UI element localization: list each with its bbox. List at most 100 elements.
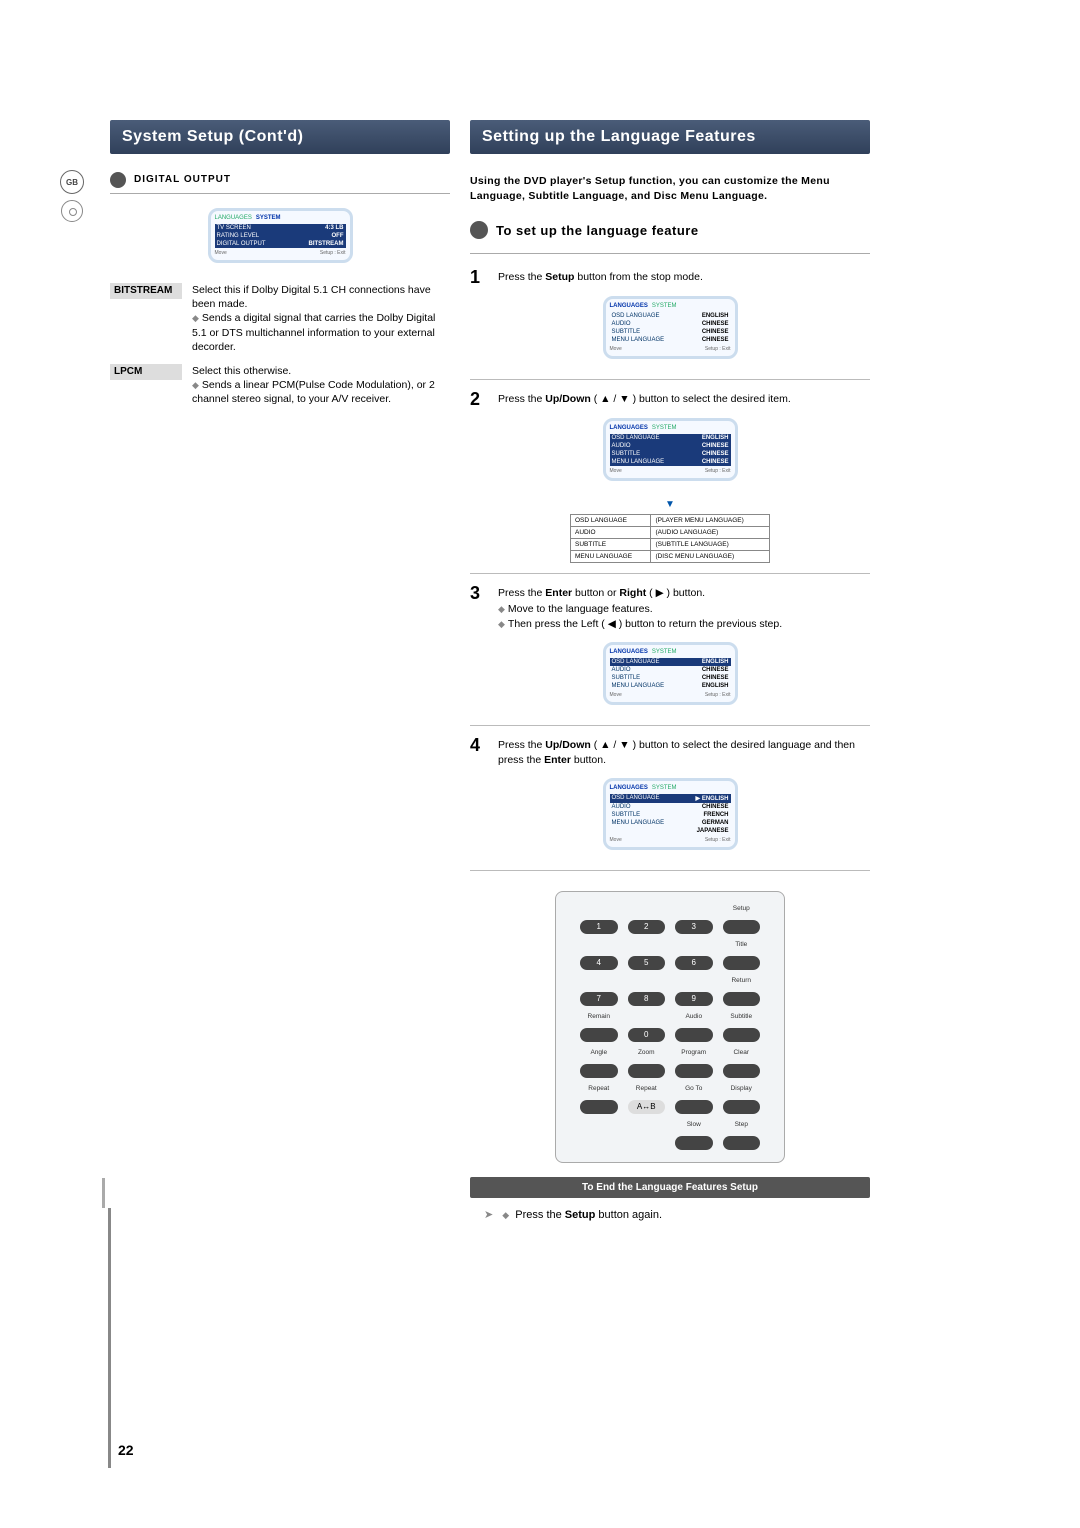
term-body: Select this if Dolby Digital 5.1 CH conn… xyxy=(192,283,450,354)
remote-label-goto: Go To xyxy=(675,1084,713,1094)
remote-btn-angle xyxy=(580,1064,618,1078)
osd-row-value: CHINESE xyxy=(702,451,729,457)
osd-row-label: SUBTITLE xyxy=(612,812,641,818)
remote-btn-2: 2 xyxy=(628,920,666,934)
table-cell: MENU LANGUAGE xyxy=(571,551,651,563)
left-column: System Setup (Cont'd) DIGITAL OUTPUT LAN… xyxy=(110,120,450,1221)
remote-label-repeat: Repeat xyxy=(580,1084,618,1094)
remote-btn-subtitle xyxy=(723,1028,761,1042)
osd-row-value: FRENCH xyxy=(704,812,729,818)
osd-row-label: OSD LANGUAGE xyxy=(612,659,660,665)
osd-row-value: ENGLISH xyxy=(702,659,729,665)
subheading: To set up the language feature xyxy=(470,221,870,239)
remote-label-zoom: Zoom xyxy=(628,1048,666,1058)
osd-row-label: AUDIO xyxy=(612,804,631,810)
remote-btn-title xyxy=(723,956,761,970)
osd-row-value: CHINESE xyxy=(702,443,729,449)
osd-footer-move: Move xyxy=(610,346,622,352)
osd-row-value: CHINESE xyxy=(702,321,729,327)
osd-row-label: TV SCREEN xyxy=(217,225,251,231)
osd-row-value: 4:3 LB xyxy=(325,225,343,231)
osd-footer-exit: Setup : Exit xyxy=(705,837,731,843)
step-number: 4 xyxy=(470,736,488,768)
table-cell: (AUDIO LANGUAGE) xyxy=(651,527,770,539)
osd-footer-move: Move xyxy=(610,692,622,698)
osd-row-label: AUDIO xyxy=(612,321,631,327)
divider xyxy=(110,193,450,194)
table-cell: (SUBTITLE LANGUAGE) xyxy=(651,539,770,551)
digital-output-label: DIGITAL OUTPUT xyxy=(134,174,450,185)
bullet: Sends a linear PCM(Pulse Code Modulation… xyxy=(192,379,435,405)
osd-footer-exit: Setup : Exit xyxy=(320,250,346,256)
remote-label-repeat-ab: Repeat xyxy=(628,1084,666,1094)
remote-btn-repeat xyxy=(580,1100,618,1114)
subhead-text: To set up the language feature xyxy=(496,223,699,238)
osd-row-value: CHINESE xyxy=(702,337,729,343)
osd-row-value: CHINESE xyxy=(702,804,729,810)
osd-tab-languages: LANGUAGES xyxy=(610,303,648,309)
osd-row-label: MENU LANGUAGE xyxy=(612,683,665,689)
osd-row-value: CHINESE xyxy=(702,459,729,465)
remote-label-program: Program xyxy=(675,1048,713,1058)
remote-btn-program xyxy=(675,1064,713,1078)
step-3: 3 Press the Enter button or Right ( ▶ ) … xyxy=(470,584,870,632)
remote-btn-8: 8 xyxy=(628,992,666,1006)
osd-row-label: DIGITAL OUTPUT xyxy=(217,241,266,247)
final-note: Press the Setup button again. xyxy=(484,1208,870,1221)
osd-row-label: OSD LANGUAGE xyxy=(612,435,660,441)
remote-btn-zoom xyxy=(628,1064,666,1078)
osd-row-value: CHINESE xyxy=(702,329,729,335)
osd-row-value: ▶ ENGLISH xyxy=(696,795,729,802)
osd-row-value: ENGLISH xyxy=(702,313,729,319)
osd-row-label: SUBTITLE xyxy=(612,329,641,335)
osd-row-label: OSD LANGUAGE xyxy=(612,795,660,802)
divider xyxy=(470,253,870,254)
table-cell: SUBTITLE xyxy=(571,539,651,551)
disc-icon xyxy=(61,200,83,222)
remote-label-step: Step xyxy=(723,1120,761,1130)
remote-btn-4: 4 xyxy=(580,956,618,970)
step-1: 1 Press the Setup button from the stop m… xyxy=(470,268,870,286)
osd-tab-system: SYSTEM xyxy=(652,785,677,791)
osd-row-label: AUDIO xyxy=(612,443,631,449)
osd-tab-languages: LANGUAGES xyxy=(610,425,648,431)
osd-screenshot-system: LANGUAGES SYSTEM TV SCREEN4:3 LB RATING … xyxy=(208,208,353,263)
language-mapping-table: OSD LANGUAGE(PLAYER MENU LANGUAGE) AUDIO… xyxy=(570,514,770,563)
osd-row-value: ENGLISH xyxy=(702,435,729,441)
remote-btn-5: 5 xyxy=(628,956,666,970)
right-column: Setting up the Language Features Using t… xyxy=(470,120,870,1221)
divider xyxy=(470,725,870,726)
remote-label-clear: Clear xyxy=(723,1048,761,1058)
step-text: Press the Setup button from the stop mod… xyxy=(498,268,703,286)
page-number: 22 xyxy=(118,1442,134,1458)
osd-row-label: SUBTITLE xyxy=(612,675,641,681)
term-label: BITSTREAM xyxy=(110,283,182,299)
remote-btn-step xyxy=(723,1136,761,1150)
term-desc: Select this otherwise. xyxy=(192,365,291,377)
left-header: System Setup (Cont'd) xyxy=(110,120,450,154)
table-cell: OSD LANGUAGE xyxy=(571,515,651,527)
osd-footer-exit: Setup : Exit xyxy=(705,468,731,474)
osd-row-label: OSD LANGUAGE xyxy=(612,313,660,319)
bullet: Move to the language features. xyxy=(498,603,653,615)
remote-btn-3: 3 xyxy=(675,920,713,934)
osd-tab-system: SYSTEM xyxy=(652,425,677,431)
osd-tab-system: SYSTEM xyxy=(652,303,677,309)
osd-screenshot-lang-4: LANGUAGES SYSTEM OSD LANGUAGE ▶ ENGLISH A… xyxy=(603,778,738,850)
osd-row-value: JAPANESE xyxy=(697,828,729,834)
step-text: Press the Enter button or Right ( ▶ ) bu… xyxy=(498,584,782,632)
remote-btn-1: 1 xyxy=(580,920,618,934)
osd-footer-move: Move xyxy=(610,468,622,474)
page-edge-decoration xyxy=(108,1208,111,1468)
osd-tab-languages: LANGUAGES xyxy=(215,215,252,221)
remote-label-remain: Remain xyxy=(580,1012,618,1022)
osd-tab-languages: LANGUAGES xyxy=(610,785,648,791)
remote-btn-slow xyxy=(675,1136,713,1150)
osd-row-label: MENU LANGUAGE xyxy=(612,820,665,826)
remote-label-title: Title xyxy=(723,940,761,950)
step-text: Press the Up/Down ( ▲ / ▼ ) button to se… xyxy=(498,390,791,408)
remote-label-subtitle: Subtitle xyxy=(723,1012,761,1022)
step-text: Press the Up/Down ( ▲ / ▼ ) button to se… xyxy=(498,736,870,768)
osd-footer-move: Move xyxy=(610,837,622,843)
osd-row-label: MENU LANGUAGE xyxy=(612,337,665,343)
